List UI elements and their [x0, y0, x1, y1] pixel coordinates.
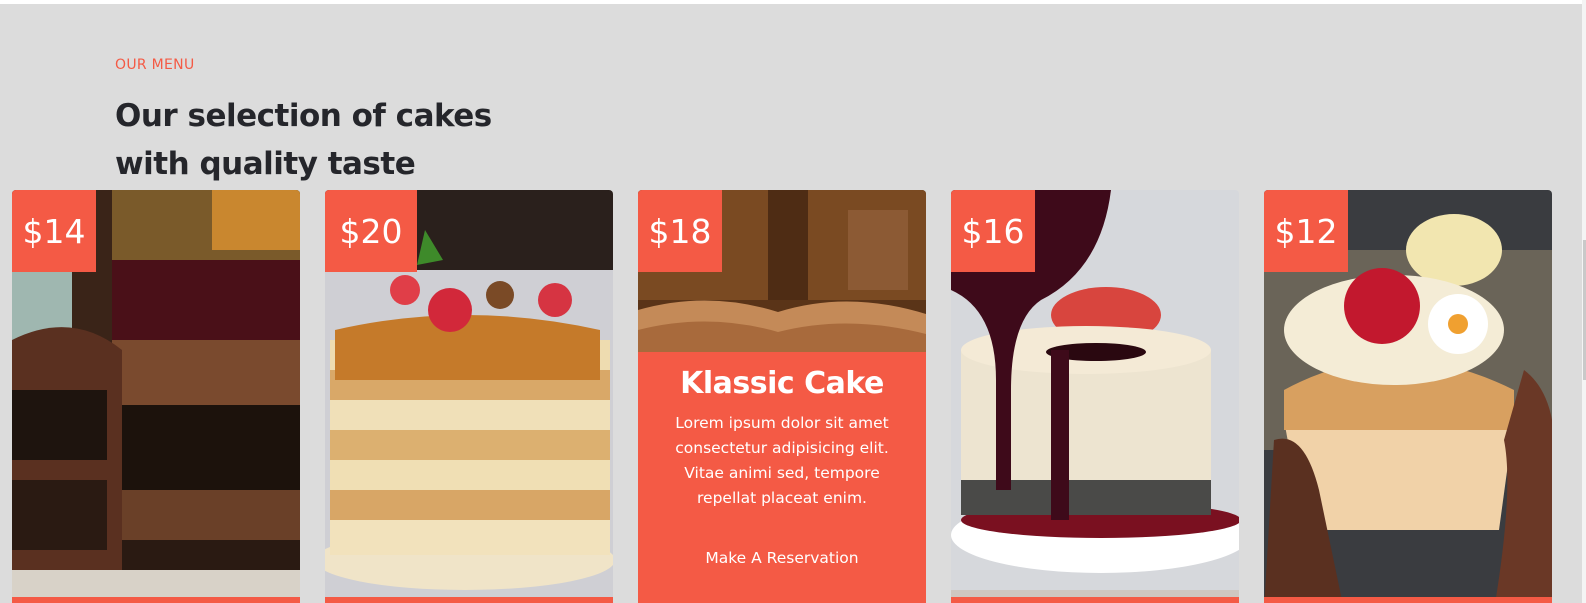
card-accent-strip	[1264, 597, 1552, 603]
featured-card-overlay: Klassic Cake Lorem ipsum dolor sit amet …	[638, 352, 926, 603]
make-reservation-link[interactable]: Make A Reservation	[705, 549, 858, 567]
featured-card-title: Klassic Cake	[680, 366, 884, 401]
menu-card-2[interactable]: $20	[325, 190, 613, 603]
price-badge: $20	[325, 190, 417, 272]
price-badge: $12	[1264, 190, 1348, 272]
price-badge: $18	[638, 190, 722, 272]
price-badge: $16	[951, 190, 1035, 272]
section-eyebrow: OUR MENU	[115, 57, 195, 73]
card-accent-strip	[325, 597, 613, 603]
menu-card-featured[interactable]: $18 Klassic Cake Lorem ipsum dolor sit a…	[638, 190, 926, 603]
heading-line-2: with quality taste	[115, 146, 416, 182]
menu-card-4[interactable]: $16	[951, 190, 1239, 603]
featured-card-description: Lorem ipsum dolor sit amet consectetur a…	[675, 414, 889, 507]
price-badge: $14	[12, 190, 96, 272]
menu-card-5[interactable]: $12	[1264, 190, 1552, 603]
card-accent-strip	[12, 597, 300, 603]
section-heading: Our selection of cakes with quality tast…	[115, 92, 535, 188]
card-accent-strip	[951, 597, 1239, 603]
menu-section: OUR MENU Our selection of cakes with qua…	[0, 4, 1582, 603]
menu-card-1[interactable]: $14	[12, 190, 300, 603]
heading-line-1: Our selection of cakes	[115, 98, 492, 134]
scrollbar[interactable]	[1582, 0, 1586, 603]
